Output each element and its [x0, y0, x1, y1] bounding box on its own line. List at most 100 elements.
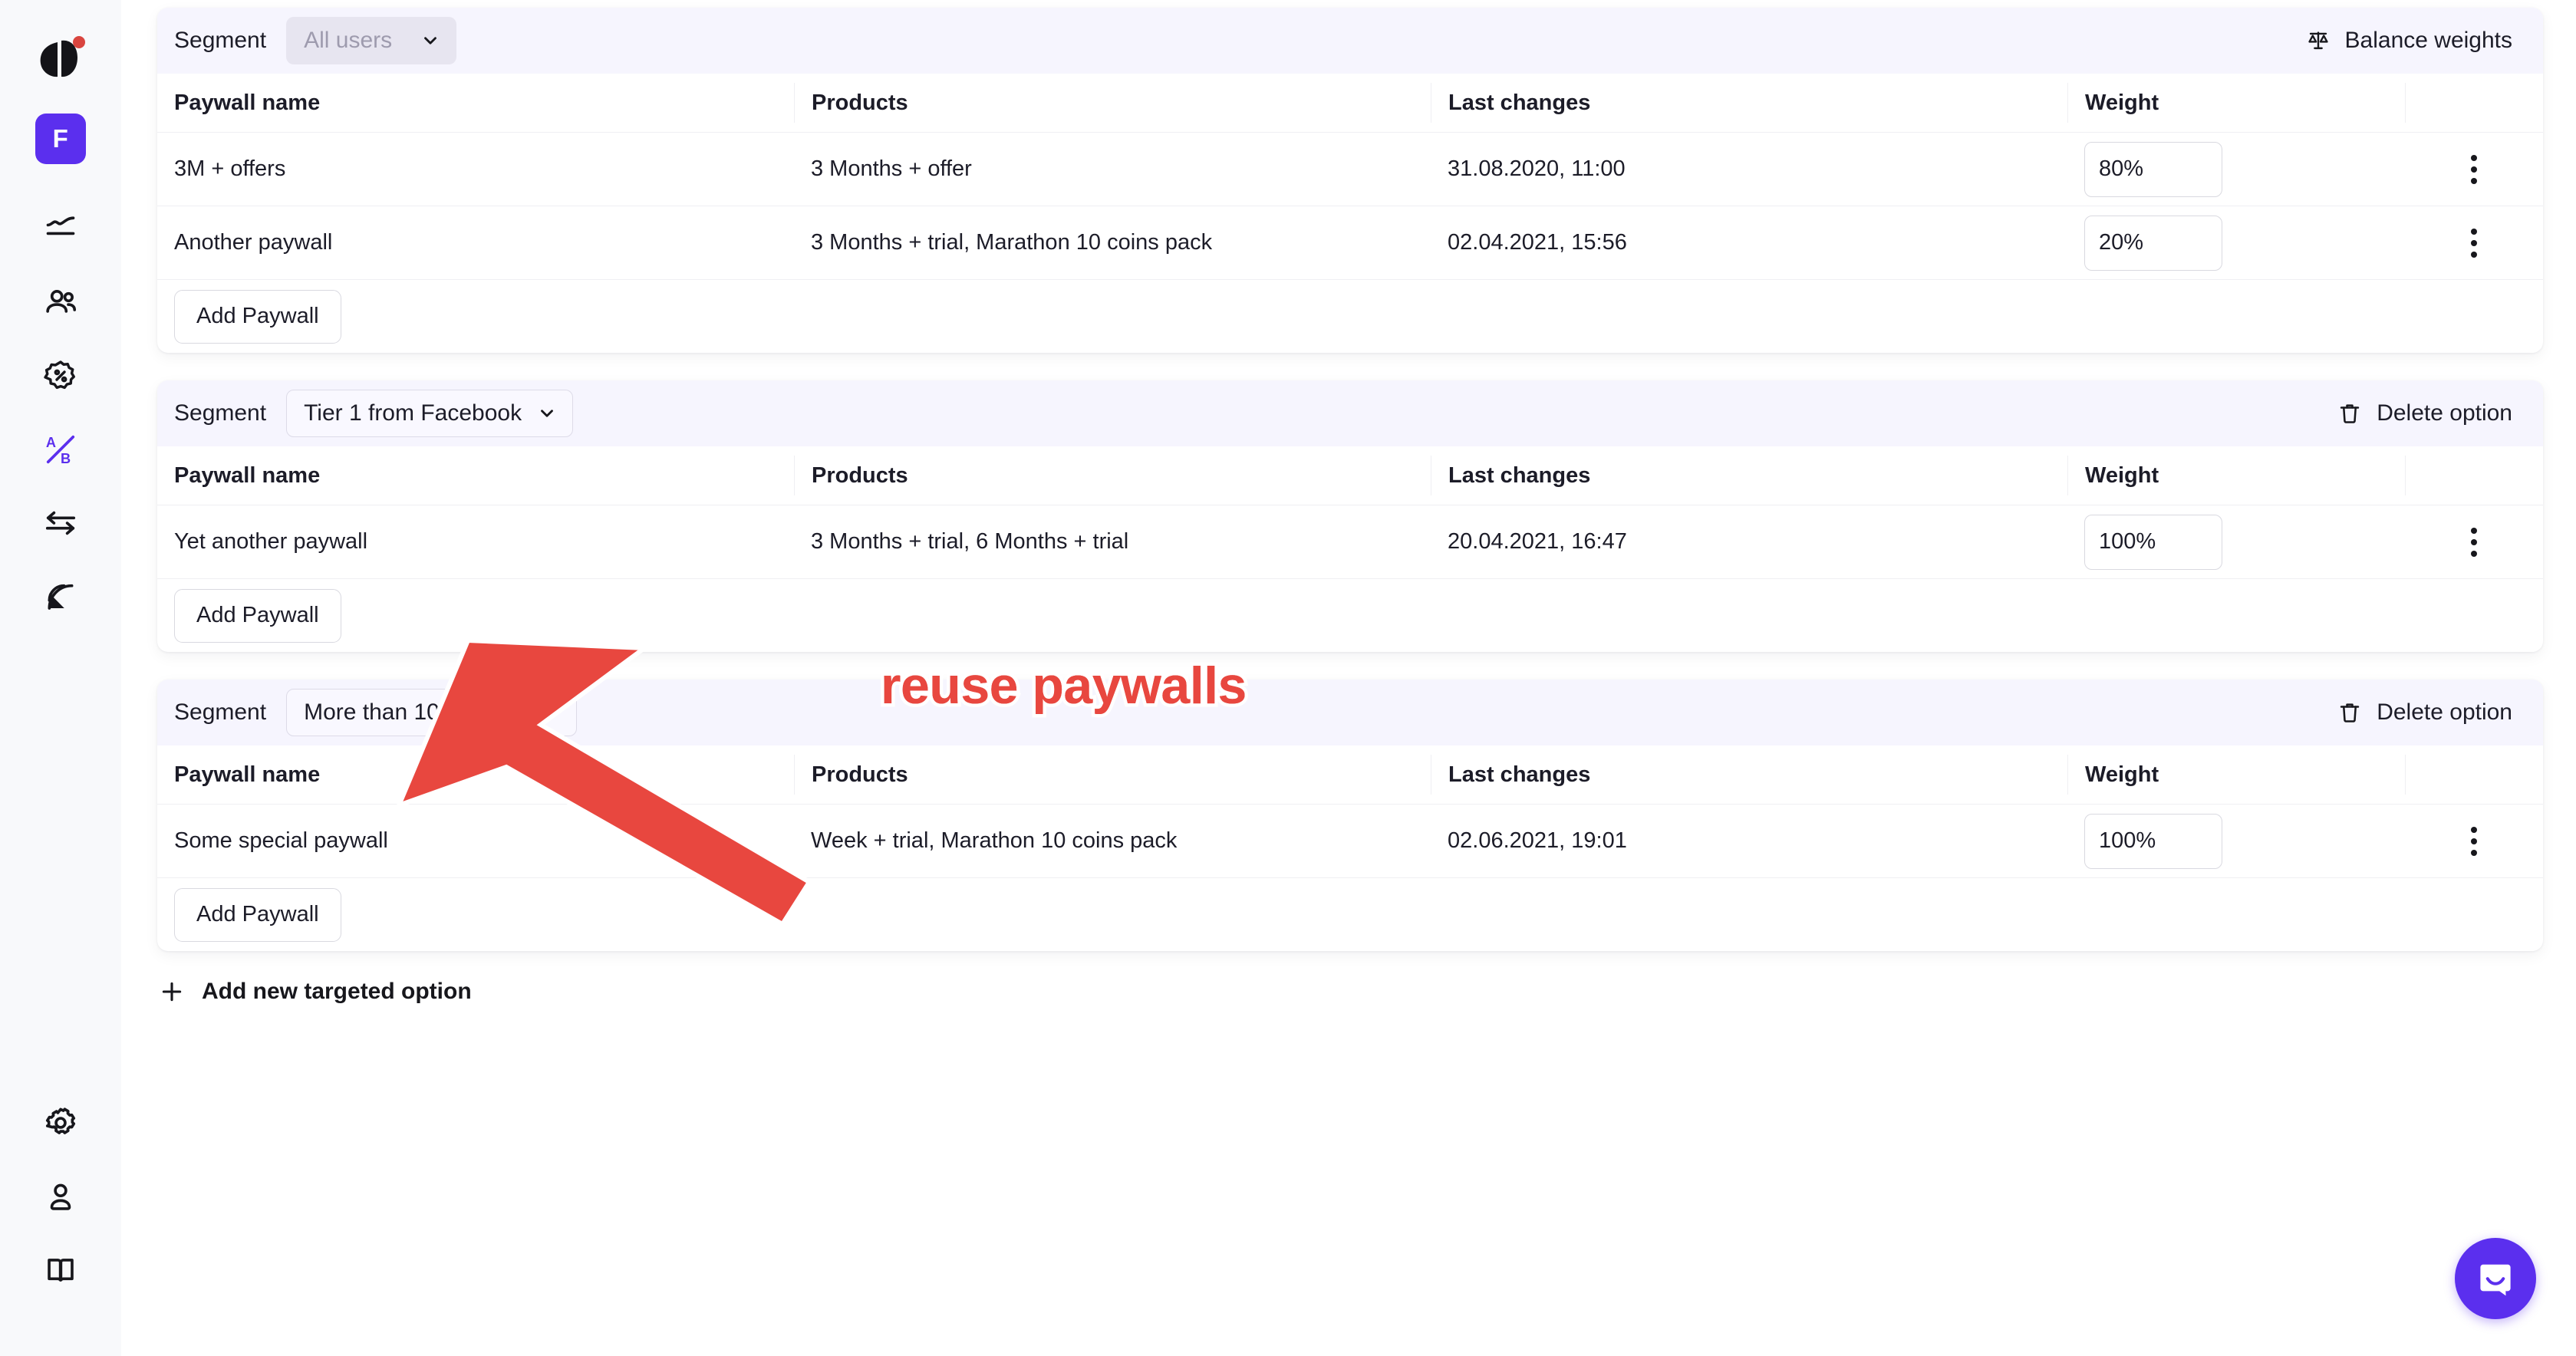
cell-products: 3 Months + trial, 6 Months + trial	[811, 529, 1129, 554]
gear-icon	[45, 1108, 76, 1134]
balance-weights-label: Balance weights	[2344, 28, 2512, 53]
table-header-row: Paywall name Products Last changes Weigh…	[157, 446, 2543, 505]
segment-label: Segment	[174, 28, 267, 53]
chevron-down-icon	[544, 709, 557, 716]
segment-select-value: More than 10 pull ups	[304, 699, 525, 725]
sidebar-item-docs[interactable]	[24, 1233, 97, 1307]
table-row[interactable]: 3M + offers 3 Months + offer 31.08.2020,…	[157, 132, 2543, 206]
col-header-paywall-name: Paywall name	[174, 462, 321, 488]
segment-select-value: All users	[304, 28, 393, 53]
balance-weights-button[interactable]: Balance weights	[2306, 28, 2525, 54]
col-header-paywall-name: Paywall name	[174, 762, 321, 787]
table-row[interactable]: Some special paywall Week + trial, Marat…	[157, 804, 2543, 877]
delete-option-label: Delete option	[2377, 699, 2512, 725]
paywalls-table: Paywall name Products Last changes Weigh…	[157, 745, 2543, 951]
notification-dot	[73, 36, 85, 48]
weight-input[interactable]	[2084, 813, 2222, 869]
cell-last-changes: 20.04.2021, 16:47	[1448, 529, 1627, 554]
segment-header: Segment More than 10 pull ups Delete opt…	[157, 680, 2543, 745]
sidebar-item-integrations[interactable]	[24, 486, 97, 560]
sidebar-bottom-nav	[0, 1086, 121, 1307]
book-icon	[48, 1259, 74, 1282]
sidebar: F A B	[0, 0, 121, 1356]
table-header-row: Paywall name Products Last changes Weigh…	[157, 74, 2543, 132]
add-paywall-row: Add Paywall	[157, 578, 2543, 652]
sidebar-item-users[interactable]	[24, 265, 97, 339]
sidebar-item-analytics[interactable]	[24, 192, 97, 265]
add-paywall-button[interactable]: Add Paywall	[174, 289, 341, 344]
segment-select[interactable]: All users	[286, 17, 457, 64]
main-content: Segment All users Balance weights Paywal…	[121, 0, 2576, 1356]
row-menu-button[interactable]	[2453, 149, 2495, 190]
col-header-products: Products	[812, 762, 908, 787]
intercom-chat-button[interactable]	[2455, 1238, 2536, 1319]
weight-input[interactable]	[2084, 215, 2222, 271]
weight-input[interactable]	[2084, 514, 2222, 570]
svg-text:B: B	[61, 451, 71, 466]
plus-icon	[162, 982, 182, 1002]
col-header-weight: Weight	[2085, 462, 2159, 488]
table-header-row: Paywall name Products Last changes Weigh…	[157, 745, 2543, 804]
scales-icon	[2308, 31, 2328, 50]
segment-header: Segment All users Balance weights	[157, 8, 2543, 74]
chat-bubble-icon	[2480, 1264, 2511, 1296]
weight-input[interactable]	[2084, 141, 2222, 197]
col-header-products: Products	[812, 90, 908, 115]
segment-select[interactable]: More than 10 pull ups	[286, 689, 577, 736]
analytics-chart-icon	[46, 216, 75, 235]
add-paywall-button[interactable]: Add Paywall	[174, 887, 341, 942]
ab-test-icon: A B	[46, 435, 75, 466]
paywalls-table: Paywall name Products Last changes Weigh…	[157, 74, 2543, 353]
sidebar-item-account[interactable]	[24, 1160, 97, 1233]
col-header-weight: Weight	[2085, 762, 2159, 787]
app-logo-icon	[40, 36, 85, 77]
row-menu-button[interactable]	[2453, 522, 2495, 563]
targeted-option-card: Segment Tier 1 from Facebook Delete opti…	[157, 380, 2543, 652]
col-header-weight: Weight	[2085, 90, 2159, 115]
col-header-last-changes: Last changes	[1448, 90, 1591, 115]
delete-option-button[interactable]: Delete option	[2337, 400, 2525, 426]
row-menu-button[interactable]	[2453, 222, 2495, 264]
cell-paywall-name: Some special paywall	[174, 828, 388, 853]
col-header-paywall-name: Paywall name	[174, 90, 321, 115]
row-menu-button[interactable]	[2453, 821, 2495, 862]
cell-last-changes: 02.04.2021, 15:56	[1448, 230, 1627, 255]
integrations-arrows-icon	[45, 511, 76, 535]
sidebar-item-settings[interactable]	[24, 1086, 97, 1160]
sidebar-nav: A B	[24, 192, 97, 634]
table-row[interactable]: Another paywall 3 Months + trial, Marath…	[157, 206, 2543, 279]
segment-label: Segment	[174, 400, 267, 426]
delete-option-button[interactable]: Delete option	[2337, 699, 2525, 726]
sidebar-item-events[interactable]	[24, 560, 97, 634]
targeted-option-card: Segment All users Balance weights Paywal…	[157, 8, 2543, 353]
col-header-last-changes: Last changes	[1448, 462, 1591, 488]
svg-text:A: A	[46, 435, 56, 450]
cell-paywall-name: 3M + offers	[174, 156, 286, 181]
app-logo[interactable]	[33, 32, 88, 81]
cell-products: Week + trial, Marathon 10 coins pack	[811, 828, 1178, 853]
cell-paywall-name: Yet another paywall	[174, 529, 368, 554]
sidebar-item-offers[interactable]	[24, 339, 97, 413]
trash-icon	[2340, 404, 2360, 423]
users-icon	[46, 289, 77, 313]
segment-select[interactable]: Tier 1 from Facebook	[286, 390, 574, 437]
discount-badge-icon	[44, 360, 75, 390]
add-paywall-button[interactable]: Add Paywall	[174, 588, 341, 643]
chevron-down-icon	[424, 37, 436, 44]
cell-products: 3 Months + trial, Marathon 10 coins pack	[811, 230, 1213, 255]
table-row[interactable]: Yet another paywall 3 Months + trial, 6 …	[157, 505, 2543, 578]
options-list: Segment All users Balance weights Paywal…	[157, 0, 2543, 1005]
trash-icon	[2340, 703, 2360, 722]
project-badge[interactable]: F	[35, 114, 86, 164]
add-new-targeted-option-label: Add new targeted option	[202, 979, 472, 1004]
user-icon	[50, 1183, 71, 1210]
targeted-option-card: Segment More than 10 pull ups Delete opt…	[157, 680, 2543, 951]
segment-select-value: Tier 1 from Facebook	[304, 400, 522, 426]
add-paywall-row: Add Paywall	[157, 877, 2543, 951]
broadcast-icon	[48, 584, 74, 610]
add-new-targeted-option-button[interactable]: Add new targeted option	[159, 979, 2543, 1005]
cell-paywall-name: Another paywall	[174, 230, 333, 255]
cell-last-changes: 31.08.2020, 11:00	[1448, 156, 1626, 181]
segment-header: Segment Tier 1 from Facebook Delete opti…	[157, 380, 2543, 446]
sidebar-item-ab-tests[interactable]: A B	[24, 413, 97, 486]
